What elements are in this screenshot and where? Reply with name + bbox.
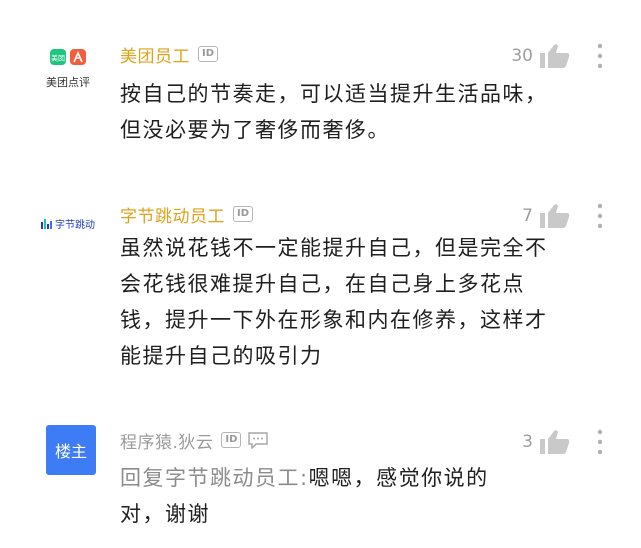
meituan-logo-icon: 美团 — [50, 49, 86, 65]
comment-text: 回复字节跳动员工:嗯嗯，感觉你说的对，谢谢 — [120, 460, 530, 532]
like-button[interactable]: 3 — [522, 428, 571, 456]
owner-avatar[interactable]: 楼主 — [46, 425, 96, 475]
comment-author[interactable]: 字节跳动员工 — [120, 202, 225, 227]
comment-text: 按自己的节奏走，可以适当提升生活品味，但没必要为了奢侈而奢侈。 — [120, 82, 548, 142]
more-vertical-icon[interactable] — [596, 202, 604, 230]
org-logo-text: 美团点评 — [46, 76, 90, 89]
comment-text: 虽然说花钱不一定能提升自己，但是完全不会花钱很难提升自己，在自己身上多花点钱，提… — [120, 236, 548, 368]
thumbs-up-icon — [540, 430, 570, 454]
org-logo-text: 字节跳动 — [55, 220, 95, 231]
more-vertical-icon[interactable] — [596, 428, 604, 456]
more-vertical-icon[interactable] — [596, 42, 604, 70]
comment-author[interactable]: 程序猿.狄云 — [120, 428, 213, 453]
thumbs-up-icon — [540, 44, 570, 68]
comment-author[interactable]: 美团员工 — [120, 42, 190, 67]
like-count: 3 — [522, 432, 533, 452]
svg-text:美团: 美团 — [51, 54, 65, 63]
id-badge: ID — [233, 206, 254, 222]
owner-tag: 楼主 — [54, 442, 87, 461]
like-button[interactable]: 30 — [511, 42, 571, 70]
reply-bubble-icon — [248, 432, 269, 449]
like-count: 30 — [511, 46, 533, 66]
like-count: 7 — [522, 206, 533, 226]
id-badge: ID — [198, 46, 219, 62]
thumbs-up-icon — [540, 204, 570, 228]
like-button[interactable]: 7 — [522, 202, 571, 230]
bytedance-logo-icon — [41, 218, 52, 229]
bytedance-logo: 字节跳动 — [40, 216, 96, 231]
reply-prefix[interactable]: 回复字节跳动员工: — [120, 466, 309, 490]
meituan-dianping-logo: 美团 美团点评 — [40, 47, 96, 90]
id-badge: ID — [221, 432, 242, 448]
